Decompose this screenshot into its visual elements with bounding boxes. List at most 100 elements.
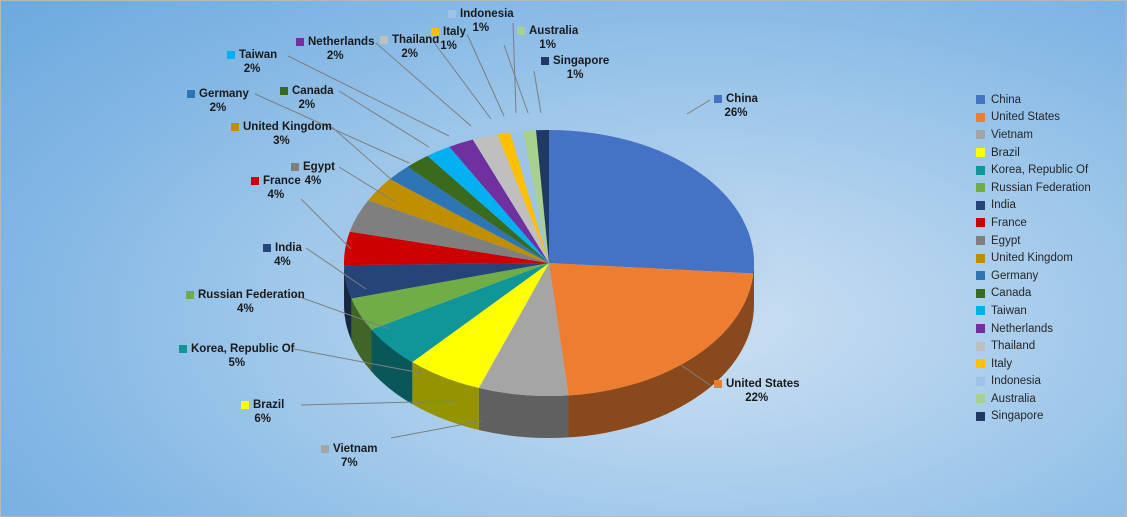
data-label-taiwan[interactable]: Taiwan 2%	[227, 49, 277, 77]
data-label-percent: 4%	[267, 189, 285, 202]
data-label-color-swatch-icon	[241, 400, 249, 409]
legend-color-swatch-icon	[976, 112, 985, 122]
legend-item-label: India	[991, 199, 1016, 212]
legend-item-label: China	[991, 93, 1022, 106]
legend-item[interactable]: United States	[976, 109, 1126, 127]
leader-line	[533, 70, 542, 114]
legend-item[interactable]: Indonesia	[976, 373, 1126, 391]
legend-color-swatch-icon	[976, 376, 985, 386]
legend-item[interactable]: Australia	[976, 390, 1126, 408]
data-label-netherlands[interactable]: Netherlands 2%	[296, 36, 374, 64]
data-label-color-swatch-icon	[714, 94, 722, 103]
legend-item[interactable]: Italy	[976, 355, 1126, 373]
data-label-vietnam[interactable]: Vietnam 7%	[321, 443, 378, 471]
legend-item[interactable]: Taiwan	[976, 302, 1126, 320]
data-label-indonesia[interactable]: Indonesia 1%	[448, 8, 514, 36]
data-label-color-swatch-icon	[380, 35, 388, 44]
legend-item-label: Brazil	[991, 146, 1020, 159]
data-label-singapore[interactable]: Singapore 1%	[541, 55, 609, 83]
legend-color-swatch-icon	[976, 218, 985, 228]
legend-color-swatch-icon	[976, 324, 985, 334]
data-label-name: Singapore	[553, 55, 610, 67]
data-label-name: Canada	[292, 85, 334, 97]
legend-item[interactable]: Russian Federation	[976, 179, 1126, 197]
data-label-egypt[interactable]: Egypt 4%	[291, 161, 335, 189]
legend-color-swatch-icon	[976, 165, 985, 175]
legend-item[interactable]: Canada	[976, 285, 1126, 303]
legend-item-label: United Kingdom	[991, 252, 1073, 265]
legend-color-swatch-icon	[976, 148, 985, 158]
data-label-canada[interactable]: Canada 2%	[280, 85, 334, 113]
legend-item[interactable]: Korea, Republic Of	[976, 161, 1126, 179]
data-label-percent: 1%	[539, 39, 556, 52]
data-label-brazil[interactable]: Brazil 6%	[241, 399, 284, 427]
leader-line	[686, 99, 711, 115]
data-label-russian-federation[interactable]: Russian Federation 4%	[186, 289, 305, 317]
legend-item-label: Thailand	[991, 340, 1036, 353]
data-label-color-swatch-icon	[179, 344, 187, 353]
data-label-color-swatch-icon	[291, 162, 299, 171]
pie-chart-frame: China 26% United States 22% Vietnam 7% Brazil 6…	[0, 0, 1127, 517]
legend-item[interactable]: Vietnam	[976, 126, 1126, 144]
data-label-color-swatch-icon	[448, 9, 456, 18]
legend-item-label: Netherlands	[991, 322, 1054, 335]
data-label-united-states[interactable]: United States 22%	[714, 378, 800, 406]
legend-item-label: Australia	[991, 392, 1036, 405]
data-label-percent: 6%	[254, 413, 271, 426]
data-label-india[interactable]: India 4%	[263, 242, 302, 270]
data-label-china[interactable]: China 26%	[714, 93, 758, 121]
data-label-name: China	[726, 93, 758, 105]
data-label-united-kingdom[interactable]: United Kingdom 3%	[231, 121, 332, 149]
data-label-name: Germany	[199, 88, 249, 100]
data-label-color-swatch-icon	[431, 27, 439, 36]
legend-item-label: Taiwan	[991, 304, 1027, 317]
legend-item[interactable]: Netherlands	[976, 320, 1126, 338]
data-label-percent: 26%	[724, 107, 748, 120]
legend-item-label: Vietnam	[991, 128, 1033, 141]
data-label-percent: 1%	[566, 69, 584, 82]
legend-item-label: Singapore	[991, 410, 1044, 423]
legend-color-swatch-icon	[976, 236, 985, 246]
data-label-percent: 2%	[209, 102, 227, 115]
legend-item[interactable]: Germany	[976, 267, 1126, 285]
legend-color-swatch-icon	[976, 200, 985, 210]
data-label-color-swatch-icon	[517, 26, 525, 35]
data-label-percent: 5%	[228, 357, 246, 370]
legend-item[interactable]: Singapore	[976, 408, 1126, 426]
legend-item-label: France	[991, 216, 1027, 229]
pie-slice-china[interactable]	[549, 130, 754, 274]
data-label-color-swatch-icon	[187, 89, 195, 98]
data-label-australia[interactable]: Australia 1%	[517, 25, 578, 53]
data-label-percent: 4%	[237, 303, 254, 316]
legend-color-swatch-icon	[976, 341, 985, 351]
data-label-percent: 4%	[274, 256, 291, 269]
data-label-korea-republic-of[interactable]: Korea, Republic Of 5%	[179, 343, 295, 371]
legend-color-swatch-icon	[976, 130, 985, 140]
data-label-color-swatch-icon	[296, 37, 304, 46]
data-label-percent: 7%	[340, 457, 358, 470]
data-label-color-swatch-icon	[280, 86, 288, 95]
legend-item-label: Italy	[991, 357, 1013, 370]
legend-item[interactable]: United Kingdom	[976, 249, 1126, 267]
data-label-percent: 1%	[472, 22, 490, 35]
legend-item-label: Egypt	[991, 234, 1021, 247]
legend-color-swatch-icon	[976, 411, 985, 421]
data-label-percent: 2%	[326, 50, 344, 63]
legend-item-label: Korea, Republic Of	[991, 164, 1089, 177]
data-label-color-swatch-icon	[227, 50, 235, 59]
legend-color-swatch-icon	[976, 359, 985, 369]
data-label-percent: 22%	[745, 392, 769, 405]
legend-color-swatch-icon	[976, 306, 985, 316]
leader-line	[512, 22, 517, 114]
data-label-germany[interactable]: Germany 2%	[187, 88, 249, 116]
legend-item-label: Germany	[991, 269, 1039, 282]
data-label-percent: 3%	[273, 135, 290, 148]
legend-item[interactable]: France	[976, 214, 1126, 232]
leader-line	[466, 33, 505, 117]
data-label-name: United Kingdom	[243, 121, 332, 133]
legend-item[interactable]: China	[976, 91, 1126, 109]
legend-item[interactable]: Brazil	[976, 144, 1126, 162]
legend-item[interactable]: Egypt	[976, 232, 1126, 250]
legend-item[interactable]: India	[976, 197, 1126, 215]
legend-item[interactable]: Thailand	[976, 337, 1126, 355]
